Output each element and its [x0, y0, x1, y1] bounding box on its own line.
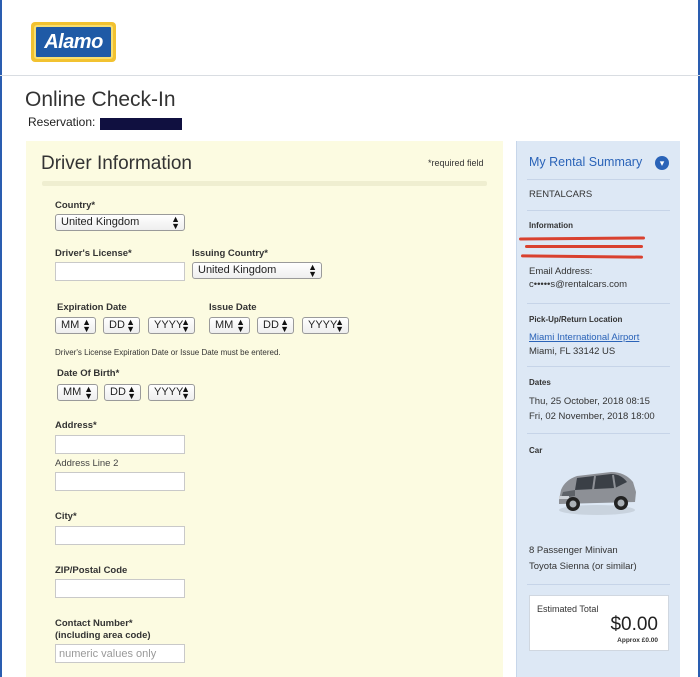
pickup-return-label: Pick-Up/Return Location [529, 315, 623, 324]
contact-number-label: Contact Number* [55, 618, 133, 629]
drivers-license-label: Driver's License* [55, 248, 132, 259]
dob-day-select[interactable]: DD ▲ ▼ [104, 384, 141, 401]
select-arrows-icon: ▲ ▼ [335, 317, 344, 334]
license-date-note: Driver's License Expiration Date or Issu… [55, 348, 281, 357]
car-type: 8 Passenger Minivan [529, 545, 618, 556]
email-label: Email Address: [529, 266, 593, 277]
redaction-mark [520, 254, 644, 259]
issue-day-value: DD [263, 319, 279, 331]
issuing-country-select-value: United Kingdom [198, 264, 277, 276]
address-input[interactable] [55, 435, 185, 454]
information-label: Information [529, 221, 573, 230]
reservation-number-redacted [100, 118, 182, 130]
pickup-city: Miami, FL 33142 US [529, 346, 616, 357]
expiration-date-label: Expiration Date [57, 302, 127, 313]
required-field-note: *required field [428, 158, 484, 168]
expiration-day-select[interactable]: DD ▲ ▼ [103, 317, 140, 334]
email-value: c•••••s@rentalcars.com [529, 279, 628, 290]
car-model: Toyota Sienna (or similar) [529, 561, 637, 572]
address-line-2-input[interactable] [55, 472, 185, 491]
zip-input[interactable] [55, 579, 185, 598]
chevron-down-icon[interactable]: ▾ [655, 156, 669, 170]
summary-divider [527, 303, 670, 304]
issue-day-select[interactable]: DD ▲ ▼ [257, 317, 294, 334]
issue-month-value: MM [215, 319, 234, 331]
page-title: Online Check-In [25, 88, 176, 111]
dob-month-select[interactable]: MM ▲ ▼ [57, 384, 98, 401]
issue-year-select[interactable]: YYYY ▲ ▼ [302, 317, 349, 334]
summary-divider [527, 179, 670, 180]
country-select-value: United Kingdom [61, 216, 140, 228]
logo-text: Alamo [44, 30, 103, 53]
address-label: Address* [55, 420, 97, 431]
car-label: Car [529, 446, 543, 455]
select-arrows-icon: ▲ ▼ [236, 317, 245, 334]
return-date: Fri, 02 November, 2018 18:00 [529, 411, 655, 422]
contact-number-sublabel: (including area code) [55, 630, 151, 641]
site-header: Alamo [0, 0, 700, 76]
select-arrows-icon: ▲ ▼ [127, 384, 136, 401]
expiration-month-select[interactable]: MM ▲ ▼ [55, 317, 96, 334]
estimated-total-amount: $0.00 [610, 614, 658, 635]
select-arrows-icon: ▲ ▼ [84, 384, 93, 401]
driver-information-title: Driver Information [41, 153, 192, 174]
issuing-country-label: Issuing Country* [192, 248, 269, 259]
expiration-day-value: DD [109, 319, 125, 331]
summary-divider [527, 366, 670, 367]
estimated-total-box: Estimated Total $0.00 Approx £0.00 [529, 595, 669, 651]
issue-month-select[interactable]: MM ▲ ▼ [209, 317, 250, 334]
select-arrows-icon: ▲ ▼ [82, 317, 91, 334]
select-arrows-icon: ▲ ▼ [280, 317, 289, 334]
redaction-mark [518, 236, 646, 241]
city-input[interactable] [55, 526, 185, 545]
alamo-logo[interactable]: Alamo [31, 22, 116, 62]
zip-label: ZIP/Postal Code [55, 565, 128, 576]
pickup-location-link[interactable]: Miami International Airport [529, 332, 639, 343]
dob-day-value: DD [110, 386, 126, 398]
expiration-year-value: YYYY [154, 319, 184, 331]
summary-divider [527, 210, 670, 211]
city-label: City* [55, 511, 77, 522]
logo-badge: Alamo [34, 25, 113, 59]
driver-information-panel: Driver Information *required field Count… [26, 141, 503, 677]
section-divider [42, 181, 487, 186]
contact-number-input[interactable]: numeric values only [55, 644, 185, 663]
country-label: Country* [55, 200, 96, 211]
address-line-2-label: Address Line 2 [55, 458, 119, 469]
dob-month-value: MM [63, 386, 82, 398]
date-of-birth-label: Date Of Birth* [57, 368, 120, 379]
issuing-country-select[interactable]: United Kingdom ▲ ▼ [192, 262, 322, 279]
select-arrows-icon: ▲ ▼ [126, 317, 135, 334]
estimated-total-approx: Approx £0.00 [617, 637, 658, 644]
rental-summary-panel: My Rental Summary ▾ RENTALCARS Informati… [516, 141, 680, 677]
country-select[interactable]: United Kingdom ▲ ▼ [55, 214, 185, 231]
select-arrows-icon: ▲ ▼ [181, 317, 190, 334]
contact-number-placeholder: numeric values only [59, 648, 157, 660]
summary-divider [527, 433, 670, 434]
drivers-license-input[interactable] [55, 262, 185, 281]
select-arrows-icon: ▲ ▼ [308, 262, 317, 279]
estimated-total-label: Estimated Total [537, 604, 599, 614]
summary-divider [527, 584, 670, 585]
dob-year-value: YYYY [154, 386, 184, 398]
rental-summary-title[interactable]: My Rental Summary [529, 155, 642, 169]
redaction-mark [525, 245, 643, 248]
select-arrows-icon: ▲ ▼ [181, 384, 190, 401]
issue-date-label: Issue Date [209, 302, 257, 313]
dates-label: Dates [529, 378, 551, 387]
issue-year-value: YYYY [308, 319, 338, 331]
reservation-label: Reservation: [28, 115, 96, 129]
dob-year-select[interactable]: YYYY ▲ ▼ [148, 384, 195, 401]
pickup-date: Thu, 25 October, 2018 08:15 [529, 396, 650, 407]
expiration-month-value: MM [61, 319, 80, 331]
expiration-year-select[interactable]: YYYY ▲ ▼ [148, 317, 195, 334]
select-arrows-icon: ▲ ▼ [171, 214, 180, 231]
minivan-image [559, 472, 636, 515]
provider-name: RENTALCARS [529, 189, 593, 200]
